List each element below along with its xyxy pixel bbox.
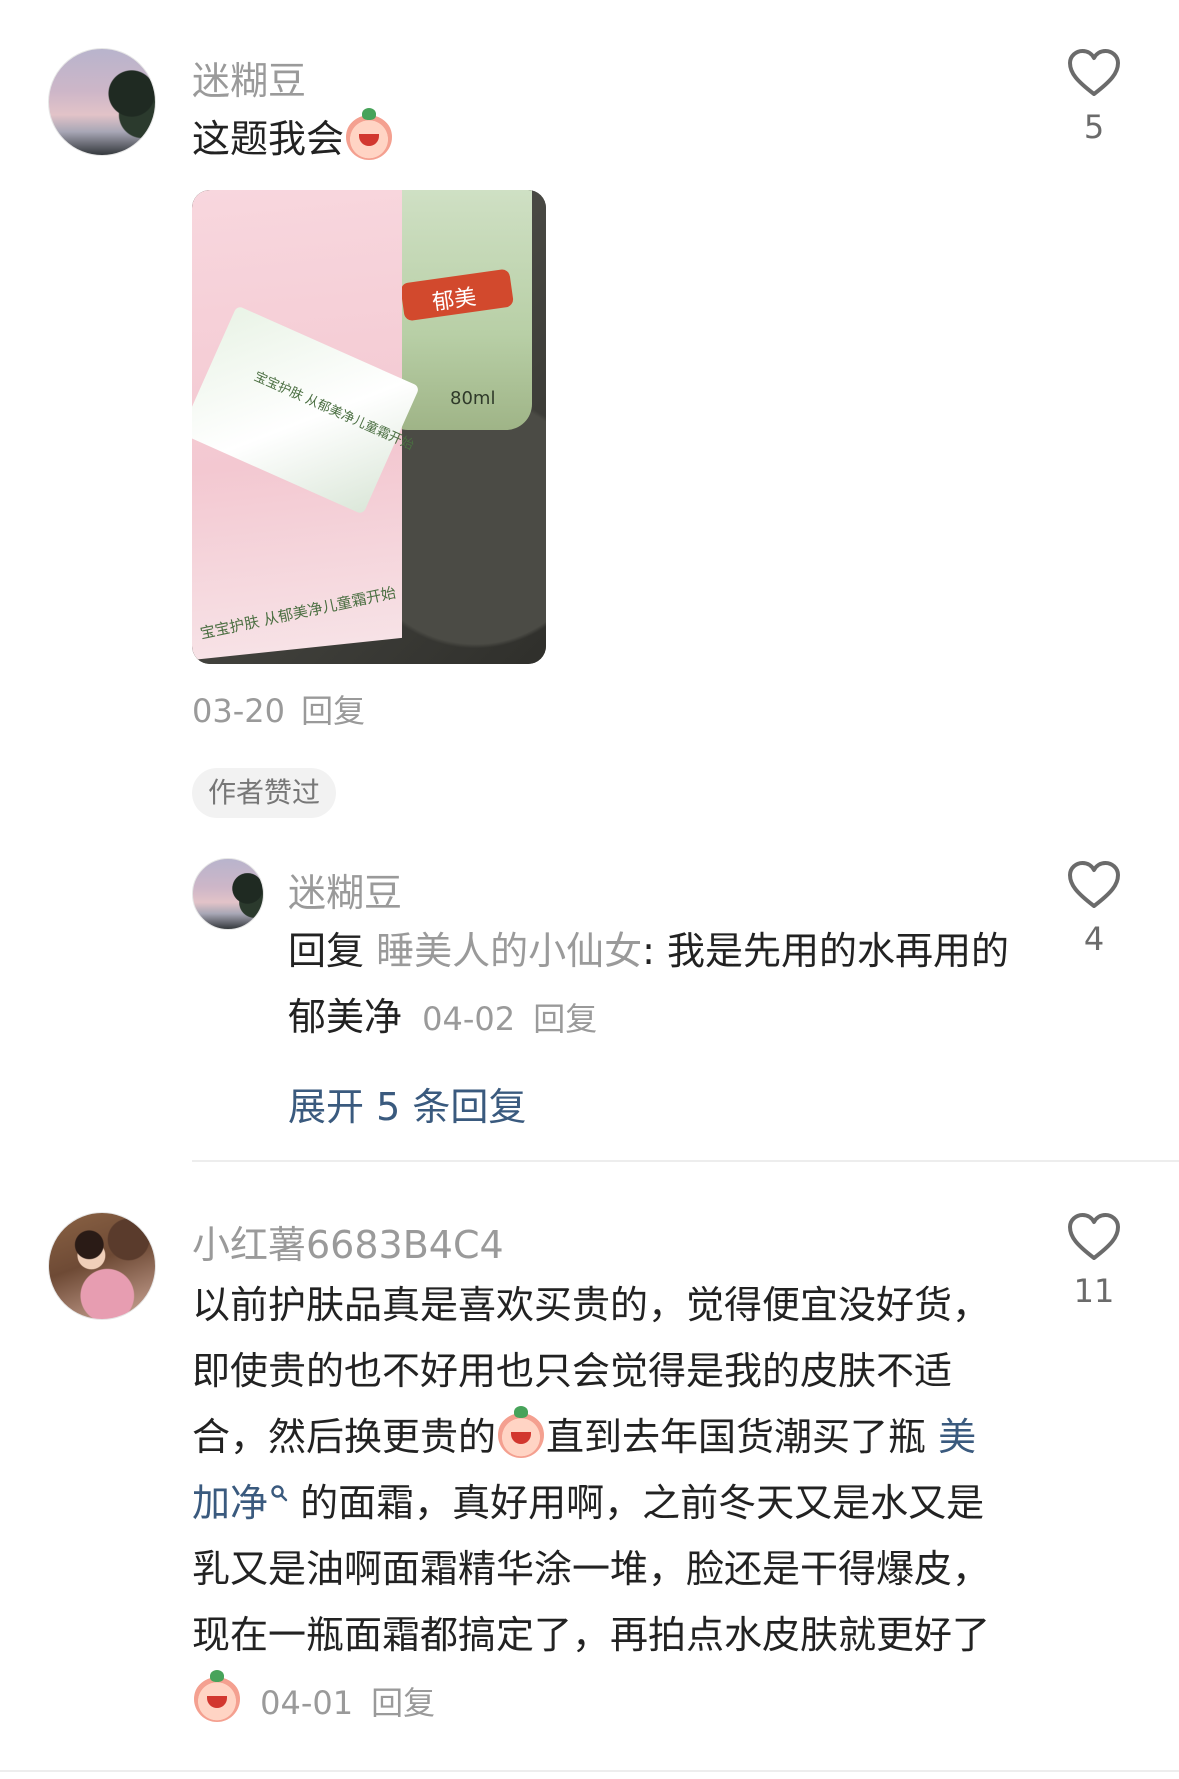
heart-icon[interactable] — [1067, 1212, 1121, 1262]
reply-like-button[interactable]: 4 — [1054, 860, 1134, 958]
comment-text-part-2: 直到去年国货潮买了瓶 — [546, 1415, 939, 1459]
reply-target-username[interactable]: 睡美人的小仙女 — [376, 929, 642, 973]
comment-date: 03-20 — [192, 692, 285, 730]
comment-text: 这题我会 — [192, 106, 394, 172]
comment-text: 以前护肤品真是喜欢买贵的，觉得便宜没好货，即使贵的也不好用也只会觉得是我的皮肤不… — [192, 1272, 1002, 1736]
comment-meta: 03-20 回复 — [192, 686, 365, 732]
reply-username[interactable]: 迷糊豆 — [288, 862, 402, 917]
avatar[interactable] — [48, 48, 156, 156]
heart-icon[interactable] — [1067, 48, 1121, 98]
author-liked-badge: 作者赞过 — [192, 768, 337, 818]
reply-link[interactable]: 回复 — [533, 1000, 597, 1038]
reply-text: 回复 睡美人的小仙女: 我是先用的水再用的郁美净 04-02 回复 — [288, 918, 1020, 1052]
reply-colon: : — [642, 929, 655, 973]
expand-replies-button[interactable]: 展开 5 条回复 — [288, 1076, 526, 1131]
reply-prefix: 回复 — [288, 929, 365, 973]
comment-text-content: 这题我会 — [192, 117, 345, 161]
crying-face-emoji-icon — [498, 1406, 545, 1458]
comment-username[interactable]: 小红薯6683B4C4 — [192, 1214, 504, 1269]
photo-bottle-label-text: 郁美 — [430, 285, 478, 316]
reply-link[interactable]: 回复 — [371, 1684, 435, 1722]
comment-text-part-3: 的面霜，真好用啊，之前冬天又是水又是乳又是油啊面霜精华涂一堆，脸还是干得爆皮，现… — [192, 1481, 991, 1657]
like-count: 11 — [1073, 1272, 1115, 1310]
like-button[interactable]: 11 — [1054, 1212, 1134, 1310]
comment-username[interactable]: 迷糊豆 — [192, 50, 306, 105]
like-button[interactable]: 5 — [1054, 48, 1134, 146]
search-icon — [271, 1485, 288, 1502]
comment-photo[interactable]: 郁美 80ml 宝宝护肤 从郁美净儿童霜开始 宝宝护肤 从郁美净儿童霜开始 — [192, 190, 546, 664]
comment-divider — [192, 1160, 1179, 1162]
crying-face-emoji-icon — [194, 1670, 240, 1722]
smirk-face-emoji-icon — [346, 108, 393, 160]
comment-date: 04-01 — [260, 1684, 354, 1722]
bottom-divider — [0, 1770, 1179, 1772]
like-count: 4 — [1083, 920, 1105, 958]
reply-avatar[interactable] — [192, 858, 264, 930]
reply-date: 04-02 — [422, 1000, 516, 1038]
avatar[interactable] — [48, 1212, 156, 1320]
photo-bottle-volume: 80ml — [450, 388, 496, 409]
heart-icon[interactable] — [1067, 860, 1121, 910]
like-count: 5 — [1083, 108, 1105, 146]
reply-link[interactable]: 回复 — [301, 692, 365, 730]
